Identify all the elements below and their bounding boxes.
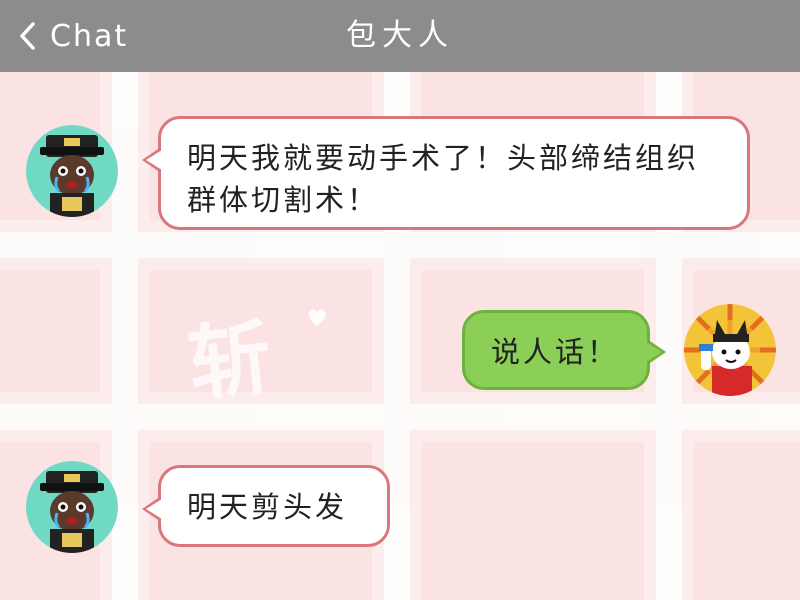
wallpaper-watermark: 斩 — [184, 309, 280, 414]
message-text: 群体切割术！ — [187, 183, 380, 217]
chat-title: 包大人 — [346, 18, 454, 53]
bubble-tail — [142, 496, 162, 522]
bubble-tail — [142, 147, 162, 173]
judge-bao-avatar — [26, 125, 118, 217]
sender-avatar[interactable] — [26, 125, 118, 217]
message-bubble[interactable]: 明天我就要动手术了！头部缔结组织 群体切割术！ — [142, 116, 750, 230]
heart-icon — [308, 309, 326, 326]
message-bubble[interactable]: 明天剪头发 — [142, 465, 390, 547]
message-text: 明天剪头发 — [187, 490, 348, 524]
cat-avatar — [684, 304, 776, 396]
message-text: 说人话！ — [491, 335, 620, 369]
message-text: 明天我就要动手术了！头部缔结组织 — [187, 141, 700, 175]
self-avatar[interactable] — [684, 304, 776, 396]
chat-header: Chat 包大人 — [0, 0, 800, 72]
bubble-tail — [646, 339, 666, 365]
judge-bao-avatar — [26, 461, 118, 553]
message-bubble[interactable]: 说人话！ — [462, 310, 666, 390]
sender-avatar[interactable] — [26, 461, 118, 553]
